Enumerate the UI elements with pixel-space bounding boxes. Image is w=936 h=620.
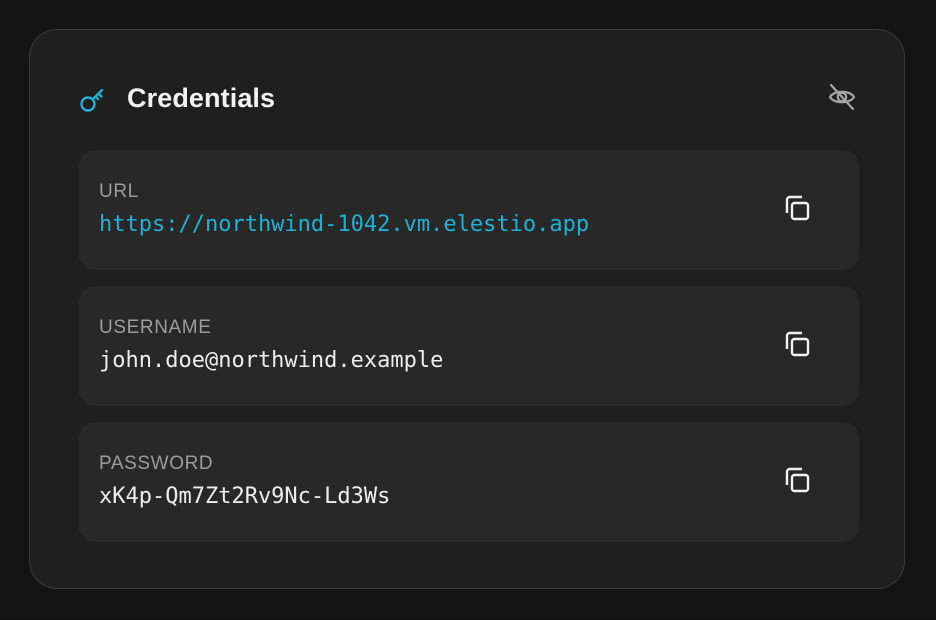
- copy-icon: [781, 192, 813, 229]
- url-link[interactable]: https://northwind-1042.vm.elestio.app: [99, 212, 589, 237]
- password-value: xK4p-Qm7Zt2Rv9Nc-Ld3Ws: [99, 484, 391, 509]
- copy-username-button[interactable]: [779, 328, 815, 364]
- copy-url-button[interactable]: [779, 192, 815, 228]
- credential-row-username: USERNAME john.doe@northwind.example: [79, 286, 859, 406]
- eye-off-icon: [826, 81, 858, 118]
- card-header: Credentials: [79, 78, 859, 120]
- row-label: USERNAME: [99, 317, 212, 338]
- key-icon: [79, 84, 109, 114]
- username-value: john.doe@northwind.example: [99, 348, 444, 373]
- card-title: Credentials: [127, 83, 276, 113]
- credential-row-password: PASSWORD xK4p-Qm7Zt2Rv9Nc-Ld3Ws: [79, 422, 859, 542]
- toggle-visibility-button[interactable]: [825, 82, 859, 116]
- copy-icon: [781, 328, 813, 365]
- row-label: PASSWORD: [99, 453, 214, 474]
- credential-row-url: URL https://northwind-1042.vm.elestio.ap…: [79, 150, 859, 270]
- copy-icon: [781, 464, 813, 501]
- copy-password-button[interactable]: [779, 464, 815, 500]
- credentials-card: Credentials URL https://northwind-1042.v…: [29, 29, 905, 589]
- row-label: URL: [99, 181, 139, 202]
